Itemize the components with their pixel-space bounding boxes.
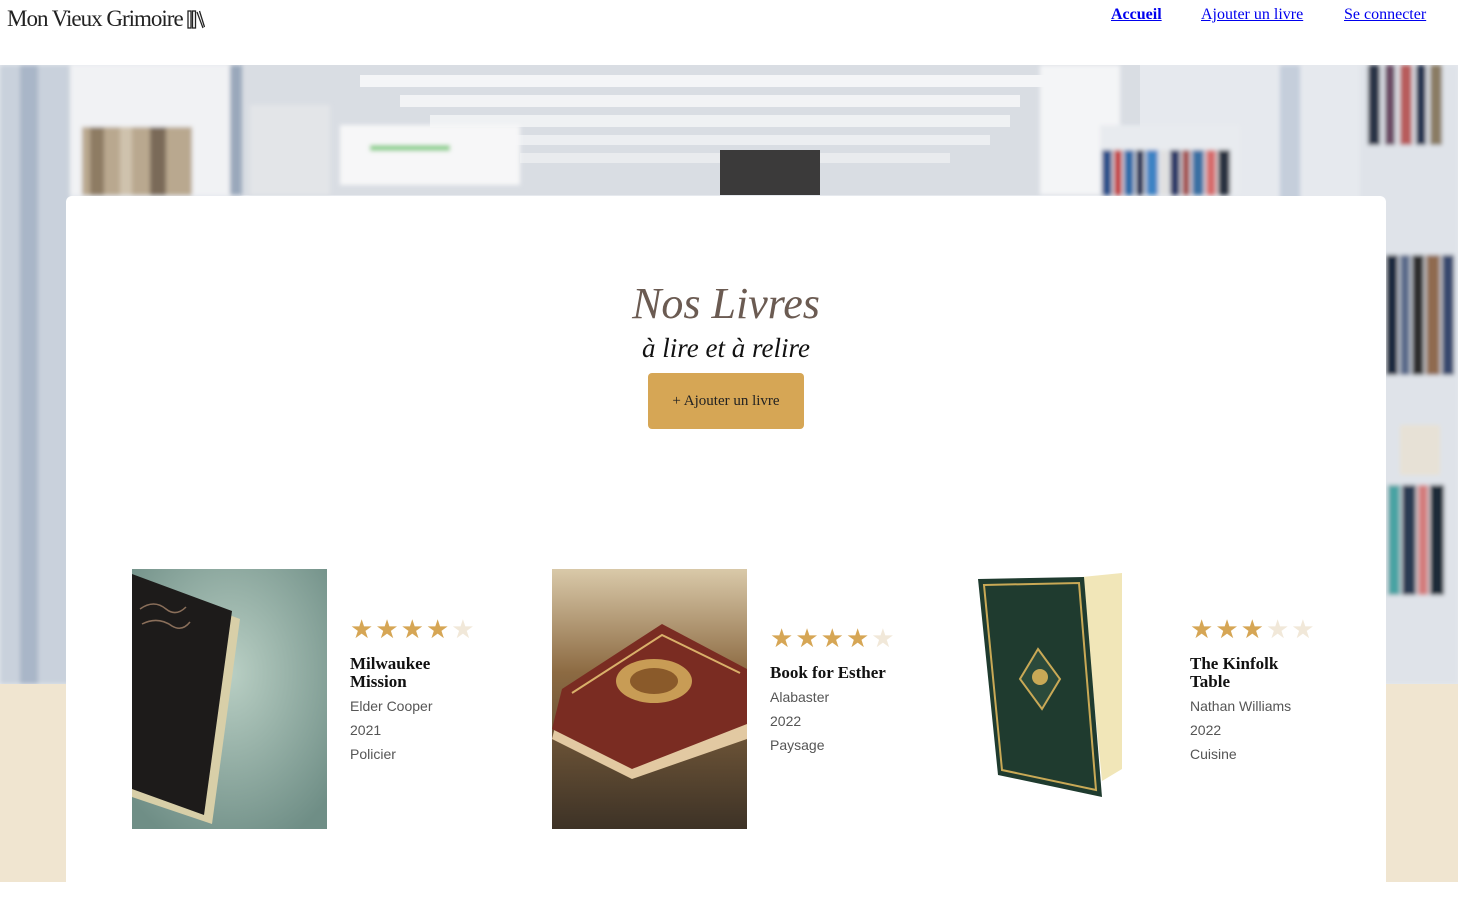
star-icon: ★ — [400, 615, 424, 644]
star-icon: ★ — [1190, 615, 1214, 644]
star-icon: ★ — [1265, 615, 1290, 644]
book-author: Nathan Williams — [1190, 698, 1292, 714]
book-year: 2022 — [1190, 722, 1222, 738]
rating-stars: ★ ★ ★ ★ ★ — [350, 617, 475, 643]
book-author: Alabaster — [770, 689, 830, 705]
star-icon: ★ — [770, 624, 794, 653]
header: Mon Vieux Grimoire Accueil Ajouter un li… — [0, 0, 1458, 65]
book-year: 2021 — [350, 722, 382, 738]
star-icon: ★ — [425, 615, 450, 644]
book-info: ★ ★ ★ ★ ★ Book for Esther Alabaster 2022… — [770, 626, 930, 754]
book-info: ★ ★ ★ ★ ★ The Kinfolk Table Nathan Willi… — [1190, 617, 1315, 763]
book-cover-image[interactable] — [132, 569, 327, 829]
star-icon: ★ — [375, 615, 399, 644]
star-icon: ★ — [1240, 615, 1264, 644]
books-card: Nos Livres à lire et à relire + Ajouter … — [66, 196, 1386, 916]
book-title[interactable]: Book for Esther — [770, 664, 930, 682]
add-book-button[interactable]: + Ajouter un livre — [648, 373, 804, 429]
star-icon: ★ — [1215, 615, 1239, 644]
star-icon: ★ — [1291, 615, 1315, 644]
book-author: Elder Cooper — [350, 698, 433, 714]
book-genre: Cuisine — [1190, 746, 1237, 762]
book-cover-image[interactable] — [552, 569, 747, 829]
book-year: 2022 — [770, 713, 802, 729]
book-title[interactable]: The Kinfolk Table — [1190, 655, 1300, 691]
book-cover-image[interactable] — [972, 569, 1167, 829]
book-genre: Policier — [350, 746, 396, 762]
star-icon: ★ — [845, 624, 870, 653]
star-icon: ★ — [451, 615, 475, 644]
book-title[interactable]: Milwaukee Mission — [350, 655, 460, 691]
rating-stars: ★ ★ ★ ★ ★ — [1190, 617, 1315, 643]
star-icon: ★ — [820, 624, 844, 653]
nav-home-link[interactable]: Accueil — [1111, 6, 1162, 24]
logo-text: Mon Vieux Grimoire — [7, 6, 184, 31]
star-icon: ★ — [350, 615, 374, 644]
nav-login-link[interactable]: Se connecter — [1344, 6, 1426, 24]
logo[interactable]: Mon Vieux Grimoire — [7, 6, 205, 32]
rating-stars: ★ ★ ★ ★ ★ — [770, 626, 930, 652]
book-info: ★ ★ ★ ★ ★ Milwaukee Mission Elder Cooper… — [350, 617, 475, 763]
book-genre: Paysage — [770, 737, 825, 753]
page-subtitle: à lire et à relire — [642, 333, 810, 363]
books-icon — [187, 10, 205, 29]
page-title: Nos Livres — [632, 279, 820, 328]
nav-add-book-link[interactable]: Ajouter un livre — [1201, 6, 1303, 24]
star-icon: ★ — [795, 624, 819, 653]
star-icon: ★ — [871, 624, 895, 653]
